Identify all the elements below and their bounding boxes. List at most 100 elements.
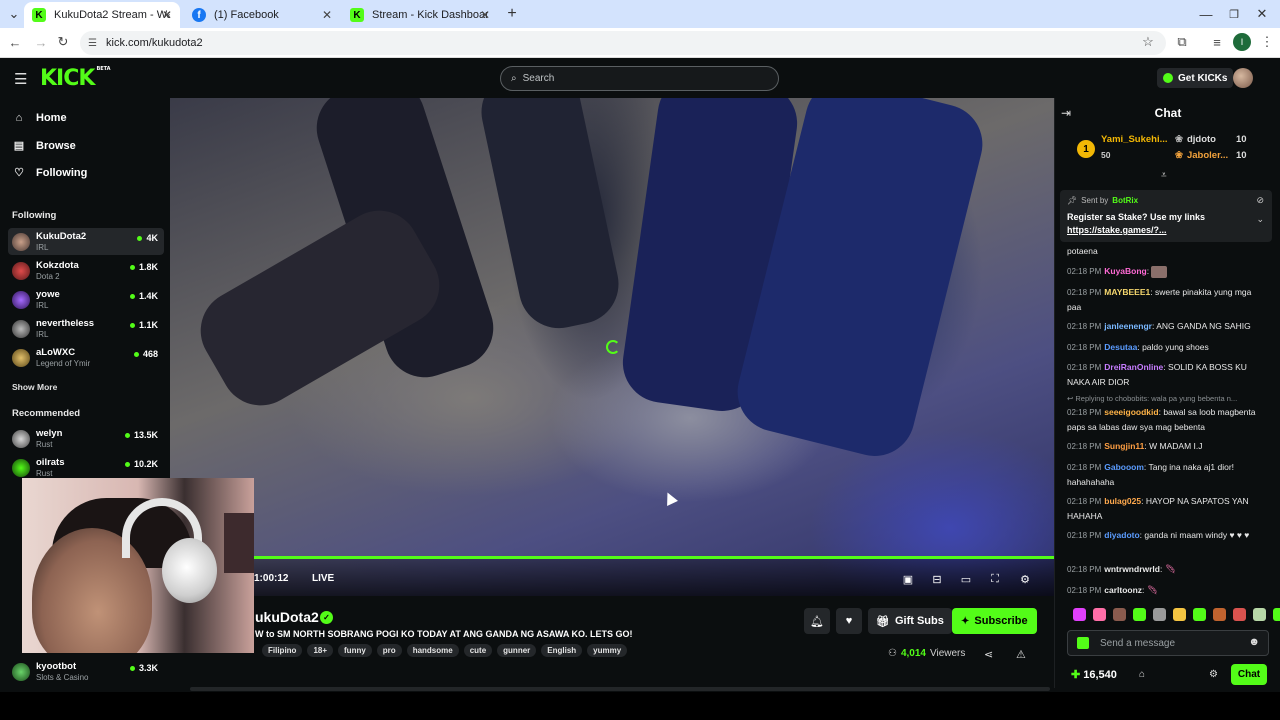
emoji-picker-icon[interactable]: ☻ [1248, 636, 1260, 648]
tag[interactable]: pro [376, 644, 402, 657]
emote-icon[interactable] [1133, 608, 1146, 621]
leaderboard-entry[interactable]: Yami_Sukehi... [1101, 134, 1168, 145]
kick-logo[interactable]: KICK BETA [40, 66, 111, 91]
pinned-link[interactable]: https://stake.games/?... [1067, 225, 1167, 235]
share-icon[interactable]: ⋖ [984, 648, 993, 661]
report-warning-icon[interactable]: ⚠ [1016, 648, 1026, 661]
clip-icon[interactable]: ⊟ [930, 572, 944, 586]
send-chat-button[interactable]: Chat [1231, 664, 1267, 685]
tag[interactable]: funny [338, 644, 372, 657]
emote-icon[interactable] [1153, 608, 1166, 621]
video-player[interactable]: 1:00:12 LIVE ▣ ⊟ ▭ ⛶ ⚙ [170, 98, 1054, 596]
subscribe-button[interactable]: ✦ Subscribe [952, 608, 1037, 634]
chat-identity-icon[interactable] [1077, 637, 1089, 649]
emote-icon[interactable] [1213, 608, 1226, 621]
browse-icon: ▤ [13, 140, 25, 152]
sidebar-channel-welyn[interactable]: welyn Rust 13.5K [8, 425, 164, 452]
stream-time: 1:00:12 [254, 573, 289, 584]
show-more-link[interactable]: Show More [12, 382, 57, 392]
sidebar-channel-oilrats[interactable]: oilrats Rust 10.2K [8, 454, 164, 481]
channel-category: IRL [36, 301, 49, 310]
stream-tags: Filipino 18+ funny pro handsome cute gun… [262, 644, 628, 657]
search-input[interactable]: ⌕ Search [500, 66, 779, 91]
tag[interactable]: cute [463, 644, 493, 657]
tag[interactable]: Filipino [262, 644, 303, 657]
tag[interactable]: English [541, 644, 583, 657]
leaderboard-entry[interactable]: ❀ Jaboler... [1175, 150, 1228, 161]
close-icon[interactable]: ✕ [162, 8, 172, 22]
unpin-icon[interactable]: ⊘ [1256, 195, 1264, 206]
channel-category: Dota 2 [36, 272, 60, 281]
sidebar-channel-yowe[interactable]: yowe IRL 1.4K [8, 286, 164, 313]
bookmark-star-icon[interactable]: ☆ [1139, 33, 1157, 51]
emote-icon[interactable] [1233, 608, 1246, 621]
restore-icon[interactable]: ❐ [1224, 4, 1244, 24]
tag[interactable]: yummy [587, 644, 628, 657]
channel-points[interactable]: ✚ 16,540 [1071, 668, 1117, 682]
emote-icon[interactable] [1093, 608, 1106, 621]
tag[interactable]: gunner [497, 644, 537, 657]
fullscreen-icon[interactable]: ⛶ [988, 572, 1002, 586]
minimize-icon[interactable]: — [1196, 4, 1216, 24]
gift-subs-button[interactable]: 🎁︎ Gift Subs [868, 608, 952, 634]
emote-icon[interactable] [1173, 608, 1186, 621]
theater-mode-icon[interactable]: ▭ [959, 572, 973, 586]
leaderboard-entry[interactable]: ❀ djdoto [1175, 134, 1216, 145]
menu-icon[interactable]: ☰ [14, 70, 27, 88]
emote-icon[interactable] [1273, 608, 1280, 621]
back-icon[interactable]: ← [6, 33, 24, 51]
nav-following-label: Following [36, 166, 88, 179]
tab-search-icon[interactable]: ⌄ [4, 4, 24, 24]
browser-tab-kukudota2[interactable]: K KukuDota2 Stream - Watch Live ✕ [24, 2, 180, 28]
emote-icon[interactable] [1253, 608, 1266, 621]
browser-menu-icon[interactable]: ⋮ [1258, 33, 1276, 51]
sidebar-channel-alowxc[interactable]: aLoWXC Legend of Ymir 468 [8, 344, 164, 371]
emote-icon[interactable] [1113, 608, 1126, 621]
progress-bar[interactable] [254, 556, 1054, 559]
nav-home[interactable]: ⌂ Home [12, 112, 67, 124]
tag[interactable]: 18+ [307, 644, 334, 657]
sidebar-channel-kyootbot[interactable]: kyootbot Slots & Casino 3.3K [8, 658, 164, 685]
browser-profile-avatar[interactable]: I [1233, 33, 1251, 51]
site-header: ☰ KICK BETA ⌕ Search Get KICKs [0, 58, 1280, 98]
nav-browse[interactable]: ▤ Browse [12, 139, 76, 153]
address-bar[interactable]: ☰ kick.com/kukudota2 [80, 31, 1166, 55]
get-kicks-button[interactable]: Get KICKs [1157, 68, 1234, 88]
sidebar-channel-kokzdota[interactable]: Kokzdota Dota 2 1.8K [8, 257, 164, 284]
channel-name: nevertheless [36, 318, 95, 329]
rank-badge: 1 [1077, 140, 1095, 158]
settings-gear-icon[interactable]: ⚙ [1018, 572, 1032, 586]
sidebar-channel-kukudota2[interactable]: KukuDota2 IRL 4K [8, 228, 164, 255]
close-icon[interactable]: ✕ [322, 8, 332, 22]
browser-tab-kick-dashboard[interactable]: K Stream - Kick Dashboard ✕ [342, 2, 498, 28]
streamer-name[interactable]: ukuDota2 [255, 609, 319, 625]
forward-icon[interactable]: → [32, 33, 50, 51]
sidebar-channel-nevertheless[interactable]: nevertheless IRL 1.1K [8, 315, 164, 342]
new-tab-icon[interactable]: + [502, 4, 522, 24]
chat-message-input[interactable]: Send a message ☻ [1067, 630, 1269, 656]
close-window-icon[interactable]: ✕ [1252, 4, 1272, 24]
user-avatar[interactable] [1233, 68, 1253, 88]
tag[interactable]: handsome [406, 644, 459, 657]
chat-message: 02:18 PM bulag025: HAYOP NA SAPATOS YAN H… [1067, 496, 1249, 521]
horizontal-scrollbar[interactable] [190, 687, 1050, 691]
site-info-icon[interactable]: ☰ [88, 38, 97, 49]
follow-heart-button[interactable]: ♥ [836, 608, 862, 634]
emote-icon[interactable] [1073, 608, 1086, 621]
media-control-icon[interactable]: ≡ [1208, 33, 1226, 51]
reload-icon[interactable]: ↻ [54, 33, 72, 51]
emote-icon: 🪶︎ [1146, 585, 1158, 595]
expand-leaderboard-icon[interactable]: ⩡ [1161, 170, 1167, 181]
pinned-message[interactable]: 📌︎ Sent by BotRix ⊘ ⌄ Register sa Stake?… [1060, 190, 1272, 242]
notification-bell-button[interactable]: 🔔︎ [804, 608, 830, 634]
nav-following[interactable]: ♡ Following [12, 166, 88, 180]
emote-icon[interactable] [1193, 608, 1206, 621]
chevron-down-icon[interactable]: ⌄ [1256, 214, 1264, 225]
reply-note: ↩ Replying to chobobits: wala pa yung be… [1067, 394, 1238, 403]
chat-settings-gear-icon[interactable]: ⚙ [1209, 669, 1218, 680]
store-icon[interactable]: ⌂ [1139, 669, 1145, 680]
pip-icon[interactable]: ▣ [901, 572, 915, 586]
browser-tab-facebook[interactable]: f (1) Facebook ✕ [184, 2, 340, 28]
close-icon[interactable]: ✕ [480, 8, 490, 22]
extensions-icon[interactable]: ⧉ [1173, 33, 1191, 51]
